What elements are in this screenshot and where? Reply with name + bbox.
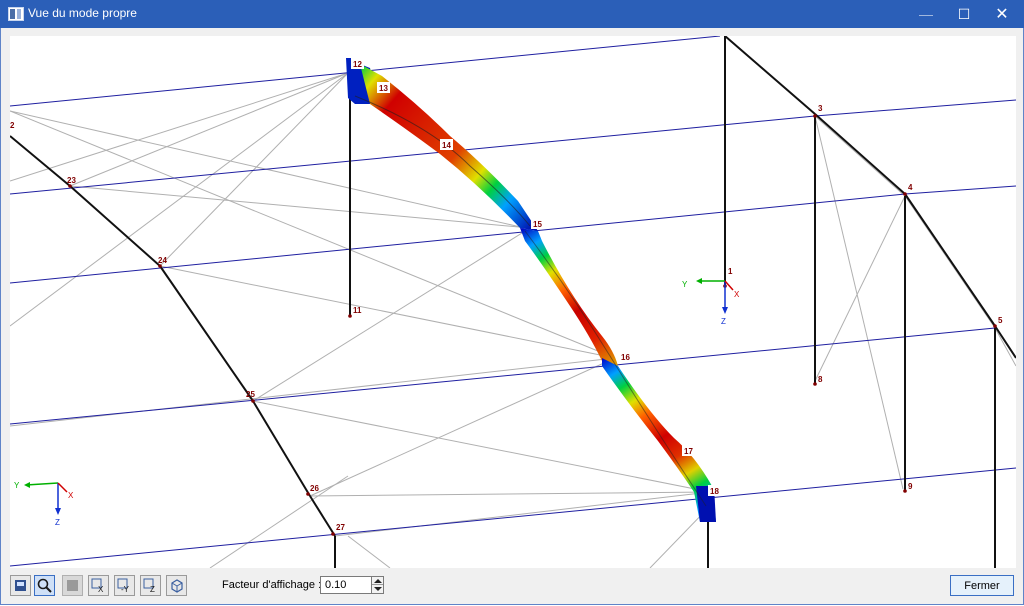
mode-shape-viewport[interactable]: 1 2 3 4 5 8 9 11 12 13 14 15 16 17 18 23… bbox=[10, 36, 1016, 568]
node-label: 14 bbox=[442, 141, 451, 150]
print-button[interactable] bbox=[10, 575, 31, 596]
node-label: 4 bbox=[908, 183, 913, 192]
spin-up-icon[interactable] bbox=[374, 579, 382, 583]
view-iso-icon bbox=[171, 579, 183, 593]
deformed-member bbox=[346, 58, 716, 522]
display-factor-input[interactable] bbox=[320, 576, 372, 594]
svg-text:X: X bbox=[98, 585, 104, 594]
node-label: 1 bbox=[728, 267, 733, 276]
bracing-lines bbox=[10, 72, 1016, 568]
zoom-icon bbox=[37, 578, 52, 593]
view-minus-y-icon: -Y bbox=[117, 578, 130, 594]
close-window-button[interactable]: ✕ bbox=[980, 0, 1024, 28]
node-label: 26 bbox=[310, 484, 319, 493]
corner-axis-label-x: X bbox=[68, 491, 74, 500]
render-mode-icon bbox=[67, 580, 78, 591]
axis-label-z: Z bbox=[721, 317, 726, 326]
display-factor-spinner[interactable] bbox=[371, 576, 384, 594]
display-factor-label: Facteur d'affichage : bbox=[222, 579, 322, 591]
view-x-button[interactable]: X bbox=[88, 575, 109, 596]
render-mode-button[interactable] bbox=[62, 575, 83, 596]
print-icon bbox=[15, 580, 26, 591]
axis-label-x: X bbox=[734, 290, 740, 299]
node-label: 18 bbox=[710, 487, 719, 496]
node-label: 13 bbox=[379, 84, 388, 93]
view-minus-y-button[interactable]: -Y bbox=[114, 575, 135, 596]
node-label: 15 bbox=[533, 220, 542, 229]
axis-triad-corner: Y Z X bbox=[14, 481, 74, 527]
title-bar: Vue du mode propre — ☐ ✕ bbox=[0, 0, 1024, 28]
axis-triad-main: Y Z X bbox=[682, 278, 740, 326]
node-label: 2 bbox=[10, 121, 15, 130]
node-label: 5 bbox=[998, 316, 1003, 325]
view-iso-button[interactable] bbox=[166, 575, 187, 596]
corner-axis-label-z: Z bbox=[55, 518, 60, 527]
frame-members bbox=[10, 36, 1016, 568]
view-z-icon: Z bbox=[143, 578, 155, 594]
node-label: 25 bbox=[246, 390, 255, 399]
node-label: 11 bbox=[353, 306, 362, 315]
app-icon bbox=[8, 7, 24, 21]
node-label: 12 bbox=[353, 60, 362, 69]
node-label: 8 bbox=[818, 375, 823, 384]
structure-graphic: 1 2 3 4 5 8 9 11 12 13 14 15 16 17 18 23… bbox=[10, 36, 1016, 568]
node-labels: 1 2 3 4 5 8 9 11 12 13 14 15 16 17 18 23… bbox=[10, 58, 1003, 532]
view-z-button[interactable]: Z bbox=[140, 575, 161, 596]
node-label: 23 bbox=[67, 176, 76, 185]
window-title: Vue du mode propre bbox=[28, 6, 137, 20]
spin-down-icon[interactable] bbox=[374, 587, 382, 591]
svg-text:-Y: -Y bbox=[121, 585, 130, 594]
zoom-button[interactable] bbox=[34, 575, 55, 596]
corner-axis-label-y: Y bbox=[14, 481, 20, 490]
node-label: 17 bbox=[684, 447, 693, 456]
view-x-icon: X bbox=[91, 578, 104, 594]
node-label: 16 bbox=[621, 353, 630, 362]
node-label: 24 bbox=[158, 256, 167, 265]
beam-lines bbox=[10, 36, 1016, 567]
node-label: 9 bbox=[908, 482, 913, 491]
axis-label-y: Y bbox=[682, 280, 688, 289]
node-label: 3 bbox=[818, 104, 823, 113]
node-markers bbox=[68, 114, 997, 536]
svg-text:Z: Z bbox=[150, 585, 155, 594]
close-button[interactable]: Fermer bbox=[950, 575, 1014, 596]
node-label: 27 bbox=[336, 523, 345, 532]
